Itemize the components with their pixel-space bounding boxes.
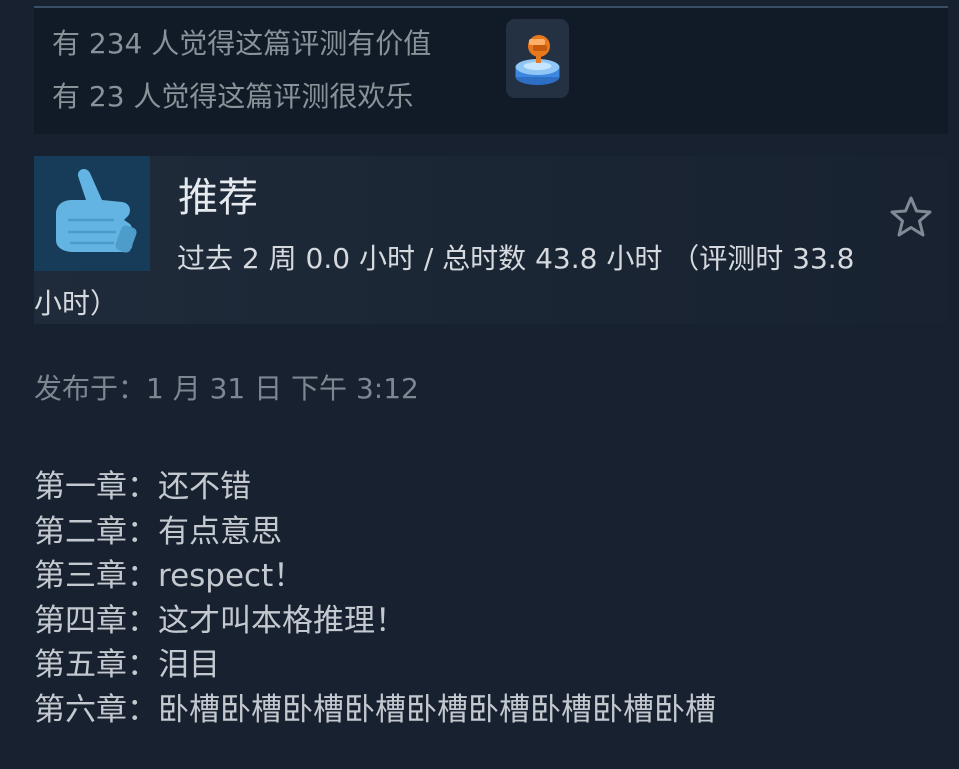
funny-count: 有 23 人觉得这篇评测很欢乐 bbox=[52, 80, 414, 113]
review-header: 推荐 过去 2 周 0.0 小时 / 总时数 43.8 小时 （评测时 33.8… bbox=[34, 156, 948, 324]
review-line: 第四章：这才叫本格推理！ bbox=[34, 602, 406, 639]
review-line: 第六章：卧槽卧槽卧槽卧槽卧槽卧槽卧槽卧槽卧槽 bbox=[34, 691, 716, 728]
posted-date: 发布于：1 月 31 日 下午 3:12 bbox=[34, 372, 419, 405]
review-line: 第一章：还不错 bbox=[34, 469, 251, 505]
helpful-panel: 有 234 人觉得这篇评测有价值 有 23 人觉得这篇评测很欢乐 bbox=[34, 8, 948, 134]
recommendation-verdict: 推荐 bbox=[178, 175, 258, 221]
review-body: 第一章：还不错 第二章：有点意思 第三章：respect！ 第四章：这才叫本格推… bbox=[34, 465, 934, 732]
helpful-count: 有 234 人觉得这篇评测有价值 bbox=[52, 27, 432, 60]
review-line: 第三章：respect！ bbox=[34, 558, 305, 594]
review-line: 第五章：泪目 bbox=[34, 647, 220, 683]
playtime-summary: 过去 2 周 0.0 小时 / 总时数 43.8 小时 （评测时 33.8 小时… bbox=[34, 242, 855, 320]
star-icon[interactable] bbox=[888, 194, 934, 240]
review-line: 第二章：有点意思 bbox=[34, 513, 282, 550]
award-trophy-icon[interactable] bbox=[506, 19, 569, 98]
